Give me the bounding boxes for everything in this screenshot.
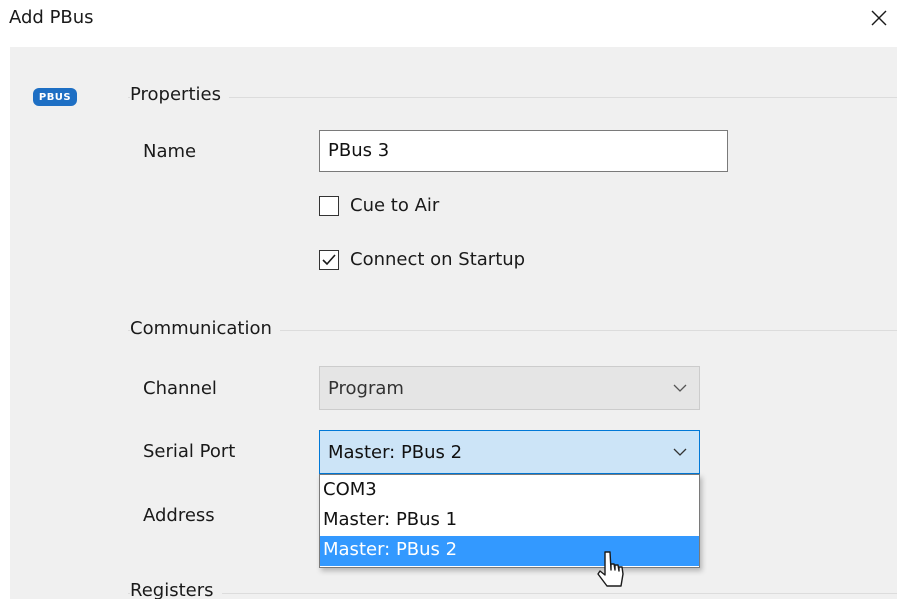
channel-dropdown-value: Program (328, 377, 404, 399)
serial-port-option[interactable]: COM3 (320, 476, 699, 506)
name-label: Name (143, 141, 197, 162)
cue-to-air-checkbox[interactable]: Cue to Air (319, 195, 439, 216)
serial-port-options-list: COM3 Master: PBus 1 Master: PBus 2 (319, 474, 700, 568)
channel-dropdown[interactable]: Program (319, 366, 700, 410)
chevron-down-icon (673, 448, 687, 456)
close-icon (871, 10, 886, 26)
dialog-title: Add PBus (9, 7, 94, 28)
properties-divider (128, 97, 897, 98)
registers-divider (128, 593, 897, 594)
add-pbus-dialog: Add PBus PBUS Properties Name PBus 3 Cue… (0, 0, 897, 599)
title-bar: Add PBus (0, 0, 897, 47)
name-input-value: PBus 3 (328, 140, 390, 161)
mouse-pointer-icon (597, 551, 624, 587)
checkmark-icon (322, 253, 336, 265)
serial-port-option-selected[interactable]: Master: PBus 2 (320, 536, 699, 566)
serial-port-label: Serial Port (143, 441, 236, 462)
connect-on-startup-box[interactable] (319, 249, 339, 270)
pbus-icon: PBUS (33, 88, 77, 106)
name-input[interactable]: PBus 3 (319, 130, 728, 172)
connect-on-startup-label: Connect on Startup (350, 249, 526, 270)
serial-port-dropdown-value: Master: PBus 2 (328, 441, 463, 463)
pbus-icon-label: PBUS (38, 91, 72, 103)
communication-section-label: Communication (130, 318, 280, 339)
properties-section-label: Properties (130, 84, 229, 105)
channel-label: Channel (143, 378, 217, 399)
registers-section-label: Registers (130, 580, 222, 599)
serial-port-dropdown[interactable]: Master: PBus 2 (319, 430, 700, 474)
cue-to-air-label: Cue to Air (350, 195, 440, 216)
address-label: Address (143, 505, 215, 526)
serial-port-option[interactable]: Master: PBus 1 (320, 506, 699, 536)
cue-to-air-box[interactable] (319, 195, 339, 216)
connect-on-startup-checkbox[interactable]: Connect on Startup (319, 249, 525, 270)
chevron-down-icon (673, 384, 687, 392)
close-button[interactable] (860, 0, 897, 36)
